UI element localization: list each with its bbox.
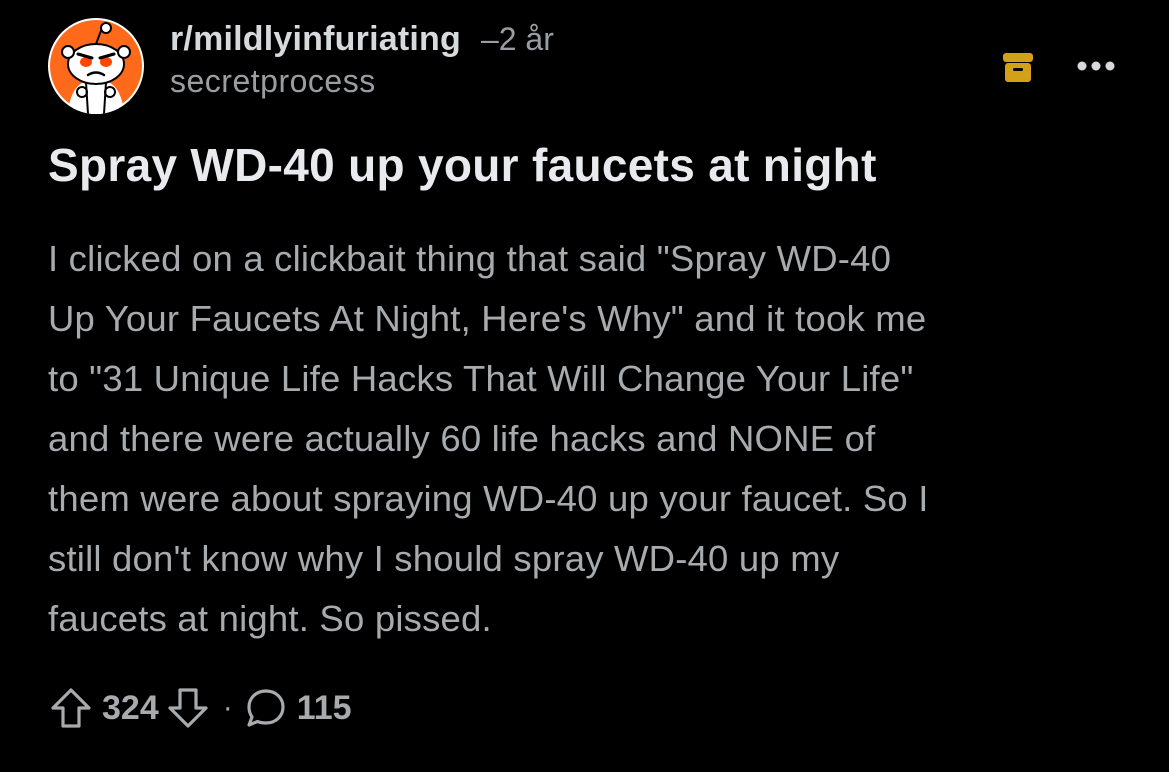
body-line: Up Your Faucets At Night, Here's Why" an… [48,298,927,339]
body-line: still don't know why I should spray WD-4… [48,538,840,579]
post-title[interactable]: Spray WD-40 up your faucets at night [48,138,1128,192]
subreddit-avatar[interactable] [48,18,144,114]
upvote-button[interactable] [48,685,94,731]
comment-count: 115 [296,688,352,727]
downvote-arrow-icon [168,688,208,728]
body-line: I clicked on a clickbait thing that said… [48,238,892,279]
post-body: I clicked on a clickbait thing that said… [48,229,1128,649]
meta-row-primary: r/mildlyinfuriating –2 år [170,20,554,59]
body-line: and there were actually 60 life hacks an… [48,418,876,459]
actions-separator: · [222,691,233,724]
body-line: faucets at night. So pissed. [48,598,492,639]
post-header: r/mildlyinfuriating –2 år secretprocess [48,18,1128,116]
author-name[interactable]: secretprocess [170,63,554,100]
archive-icon [1001,50,1035,84]
post-card: r/mildlyinfuriating –2 år secretprocess … [0,0,1169,772]
downvote-button[interactable] [165,685,211,731]
post-meta: r/mildlyinfuriating –2 år secretprocess [170,20,554,100]
angry-snoo-icon [50,20,142,114]
upvote-arrow-icon [51,688,91,728]
more-options-icon[interactable] [1074,54,1118,78]
comment-bubble-icon [247,689,285,727]
comment-button[interactable] [243,685,289,731]
upvote-count: 324 [102,688,159,727]
body-line: to "31 Unique Life Hacks That Will Chang… [48,358,914,399]
post-actions: 324 · 115 [48,682,352,734]
subreddit-name[interactable]: r/mildlyinfuriating [170,20,461,59]
body-line: them were about spraying WD-40 up your f… [48,478,929,519]
post-age: –2 år [480,21,554,57]
